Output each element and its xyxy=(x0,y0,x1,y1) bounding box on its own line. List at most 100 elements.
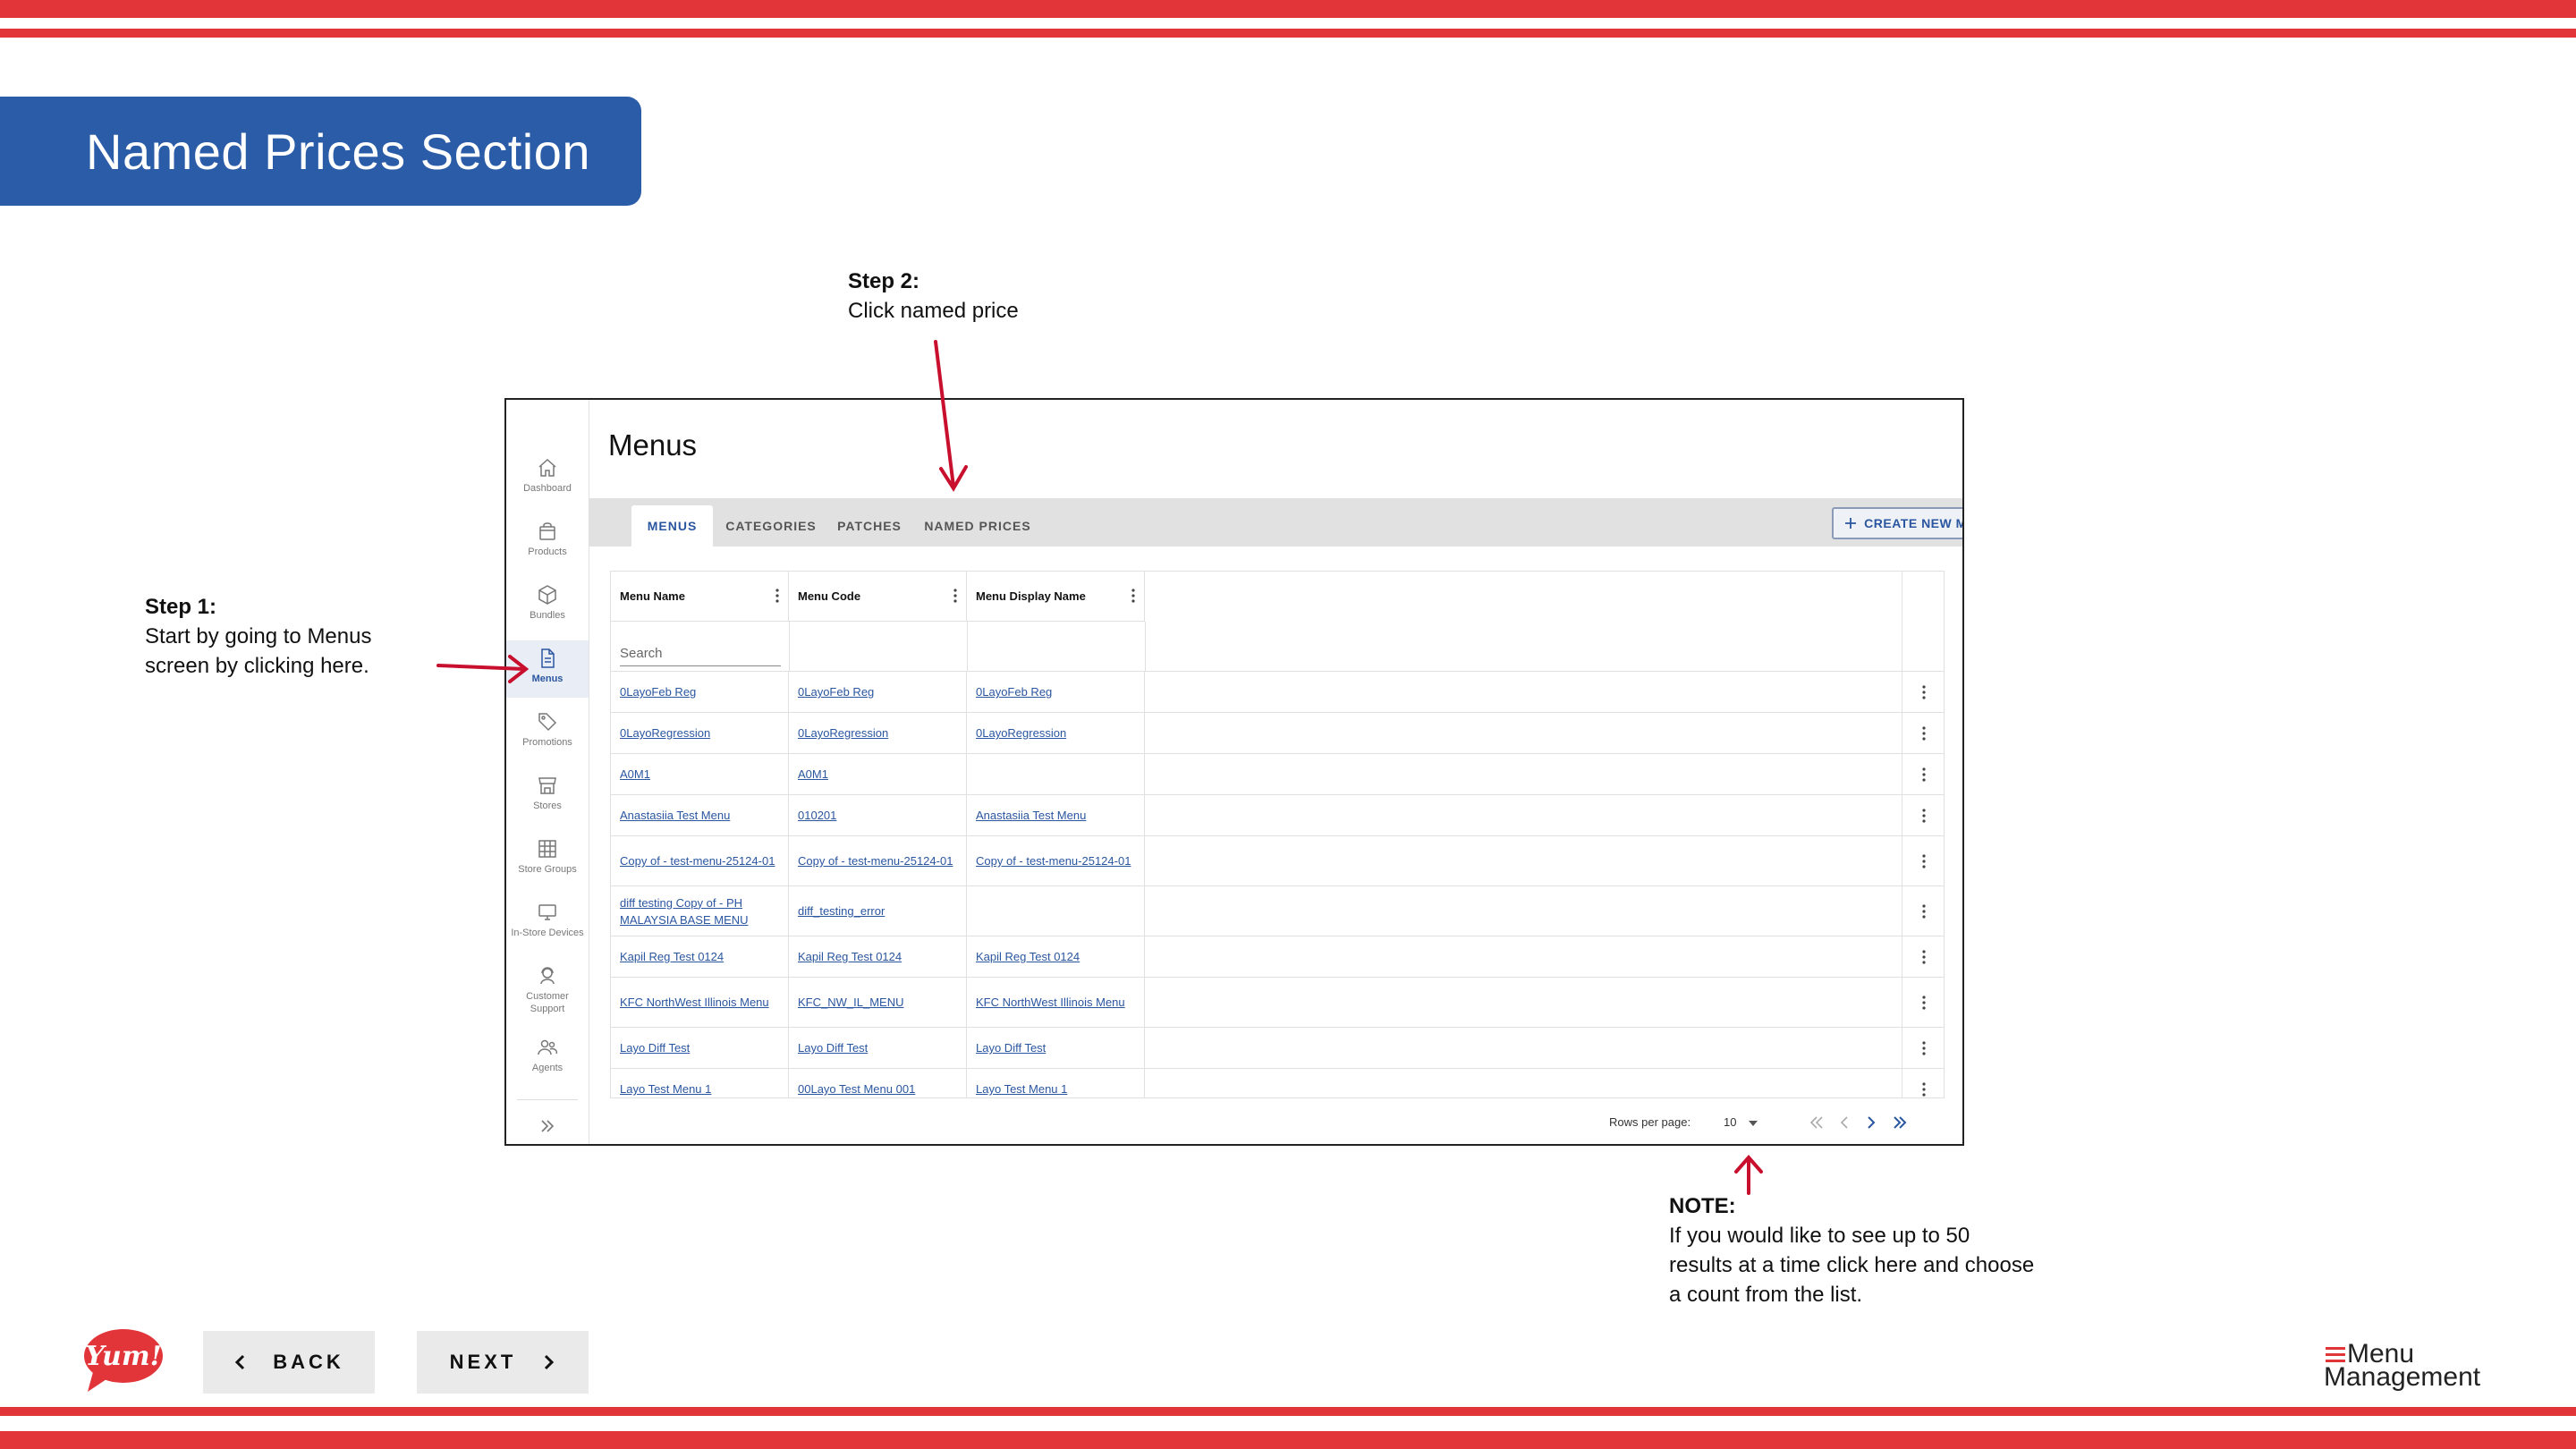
note-line: results at a time click here and choose xyxy=(1669,1253,2035,1277)
table-cell-link[interactable]: Anastasiia Test Menu xyxy=(976,807,1086,824)
menu-name-search-input[interactable] xyxy=(620,641,781,666)
sidebar-label: Dashboard xyxy=(523,483,572,494)
table-row[interactable]: A0M1 A0M1 xyxy=(611,754,1944,795)
app-screenshot: Dashboard Products Bundles Menus Promoti… xyxy=(504,398,1964,1146)
caret-down-icon[interactable] xyxy=(1749,1121,1758,1126)
next-button[interactable]: NEXT xyxy=(417,1331,589,1394)
row-actions-icon[interactable] xyxy=(1922,949,1926,965)
sidebar-item-customer-support[interactable]: Customer Support xyxy=(506,958,589,1022)
table-row[interactable]: Copy of - test-menu-25124-01 Copy of - te… xyxy=(611,836,1944,886)
tab-menus[interactable]: MENUS xyxy=(631,505,713,547)
table-cell-link[interactable]: A0M1 xyxy=(620,766,650,783)
row-actions-icon[interactable] xyxy=(1922,853,1926,869)
table-cell-link[interactable]: 0LayoFeb Reg xyxy=(976,683,1052,700)
table-row[interactable]: 0LayoFeb Reg 0LayoFeb Reg 0LayoFeb Reg xyxy=(611,672,1944,713)
table-row[interactable]: Layo Test Menu 1 00Layo Test Menu 001 Layo… xyxy=(611,1069,1944,1097)
note-line: If you would like to see up to 50 xyxy=(1669,1224,1970,1248)
table-cell-link[interactable]: 0LayoFeb Reg xyxy=(798,683,874,700)
sidebar-item-stores[interactable]: Stores xyxy=(506,767,589,825)
table-cell-link[interactable]: Copy of - test-menu-25124-01 xyxy=(976,852,1131,869)
row-actions-icon[interactable] xyxy=(1922,1081,1926,1097)
step2-line: Click named price xyxy=(848,299,1019,323)
table-cell-link[interactable]: diff testing Copy of - PH MALAYSIA BASE … xyxy=(620,894,775,928)
rows-per-page-label: Rows per page: xyxy=(1609,1115,1691,1129)
table-cell-link[interactable]: Layo Test Menu 1 xyxy=(620,1080,711,1097)
table-row[interactable]: diff testing Copy of - PH MALAYSIA BASE … xyxy=(611,886,1944,936)
table-cell-link[interactable]: Kapil Reg Test 0124 xyxy=(620,948,724,965)
bottom-stripe-thin xyxy=(0,1407,2576,1416)
row-actions-icon[interactable] xyxy=(1922,725,1926,741)
table-cell-link[interactable]: 0LayoRegression xyxy=(620,724,710,741)
double-chevron-right-icon[interactable] xyxy=(533,1115,562,1137)
table-cell-link[interactable]: Copy of - test-menu-25124-01 xyxy=(798,852,953,869)
table-cell-link[interactable]: 0LayoRegression xyxy=(976,724,1066,741)
table-row[interactable]: Anastasiia Test Menu 010201 Anastasiia Tes… xyxy=(611,795,1944,836)
sidebar-item-bundles[interactable]: Bundles xyxy=(506,577,589,634)
table-cell-link[interactable]: Layo Test Menu 1 xyxy=(976,1080,1067,1097)
row-actions-icon[interactable] xyxy=(1922,995,1926,1011)
rows-per-page-select[interactable]: 10 xyxy=(1724,1115,1736,1129)
table-cell-link[interactable]: Layo Diff Test xyxy=(620,1039,690,1056)
column-header-menu-code[interactable]: Menu Code xyxy=(789,572,967,622)
table-row[interactable]: Kapil Reg Test 0124 Kapil Reg Test 0124 Ka… xyxy=(611,936,1944,978)
sidebar-item-menus[interactable]: Menus xyxy=(506,640,589,698)
last-page-icon[interactable] xyxy=(1887,1110,1912,1135)
column-menu-icon[interactable] xyxy=(1131,588,1135,604)
create-new-menu-button[interactable]: CREATE NEW MENU xyxy=(1832,507,1962,539)
row-actions-icon[interactable] xyxy=(1922,1040,1926,1056)
table-cell-link[interactable]: Copy of - test-menu-25124-01 xyxy=(620,852,775,869)
table-cell: Anastasiia Test Menu xyxy=(967,795,1145,835)
column-menu-icon[interactable] xyxy=(775,588,779,604)
tab-named-prices[interactable]: NAMED PRICES xyxy=(919,505,1037,547)
yum-logo: Yum! xyxy=(82,1327,165,1394)
table-cell: Kapil Reg Test 0124 xyxy=(789,936,967,977)
document-icon xyxy=(541,648,555,668)
sidebar-item-in-store-devices[interactable]: In-Store Devices xyxy=(506,894,589,952)
column-header-label: Menu Code xyxy=(798,589,861,603)
table-cell-link[interactable]: KFC NorthWest Illinois Menu xyxy=(620,994,769,1011)
row-actions-icon[interactable] xyxy=(1922,808,1926,824)
table-cell-link[interactable]: Layo Diff Test xyxy=(798,1039,868,1056)
headset-icon xyxy=(540,967,555,985)
filter-row xyxy=(611,622,1944,672)
tab-patches[interactable]: PATCHES xyxy=(829,505,910,547)
table-cell-link[interactable]: 00Layo Test Menu 001 xyxy=(798,1080,915,1097)
yum-logo-text: Yum! xyxy=(85,1341,162,1372)
column-header-menu-display-name[interactable]: Menu Display Name xyxy=(967,572,1145,622)
table-cell-link[interactable]: diff_testing_error xyxy=(798,902,885,919)
table-cell-link[interactable]: Kapil Reg Test 0124 xyxy=(798,948,902,965)
back-button[interactable]: BACK xyxy=(203,1331,375,1394)
sidebar-item-agents[interactable]: Agents xyxy=(506,1030,589,1087)
column-menu-icon[interactable] xyxy=(953,588,957,604)
next-page-icon[interactable] xyxy=(1859,1110,1884,1135)
first-page-icon[interactable] xyxy=(1804,1110,1829,1135)
sidebar-item-store-groups[interactable]: Store Groups xyxy=(506,831,589,888)
table-cell-link[interactable]: KFC_NW_IL_MENU xyxy=(798,994,903,1011)
sidebar-label: Bundles xyxy=(530,610,565,621)
previous-page-icon[interactable] xyxy=(1832,1110,1857,1135)
column-header-menu-name[interactable]: Menu Name xyxy=(611,572,789,622)
column-header-label: Menu Name xyxy=(620,589,685,603)
table-row[interactable]: Layo Diff Test Layo Diff Test Layo Diff Te… xyxy=(611,1028,1944,1069)
sidebar-item-products[interactable]: Products xyxy=(506,513,589,571)
table-cell-link[interactable]: 0LayoRegression xyxy=(798,724,888,741)
sidebar-item-promotions[interactable]: Promotions xyxy=(506,704,589,761)
row-actions-icon[interactable] xyxy=(1922,903,1926,919)
menu-management-logo: Menu Management xyxy=(2324,1340,2494,1397)
table-cell-link[interactable]: Anastasiia Test Menu xyxy=(620,807,730,824)
top-stripe-thin xyxy=(0,29,2576,38)
table-cell-link[interactable]: 010201 xyxy=(798,807,836,824)
table-cell-link[interactable]: Layo Diff Test xyxy=(976,1039,1046,1056)
row-actions-icon[interactable] xyxy=(1922,767,1926,783)
tab-categories[interactable]: CATEGORIES xyxy=(722,505,820,547)
table-row[interactable]: KFC NorthWest Illinois Menu KFC_NW_IL_MEN… xyxy=(611,978,1944,1028)
table-cell-link[interactable]: A0M1 xyxy=(798,766,828,783)
sidebar-label: Agents xyxy=(531,1063,564,1073)
table-row[interactable]: 0LayoRegression 0LayoRegression 0LayoRegre… xyxy=(611,713,1944,754)
page-title: Menus xyxy=(608,428,698,462)
row-actions-icon[interactable] xyxy=(1922,684,1926,700)
table-cell-link[interactable]: 0LayoFeb Reg xyxy=(620,683,696,700)
table-cell-link[interactable]: Kapil Reg Test 0124 xyxy=(976,948,1080,965)
sidebar-item-dashboard[interactable]: Dashboard xyxy=(506,450,589,507)
table-cell-link[interactable]: KFC NorthWest Illinois Menu xyxy=(976,994,1125,1011)
